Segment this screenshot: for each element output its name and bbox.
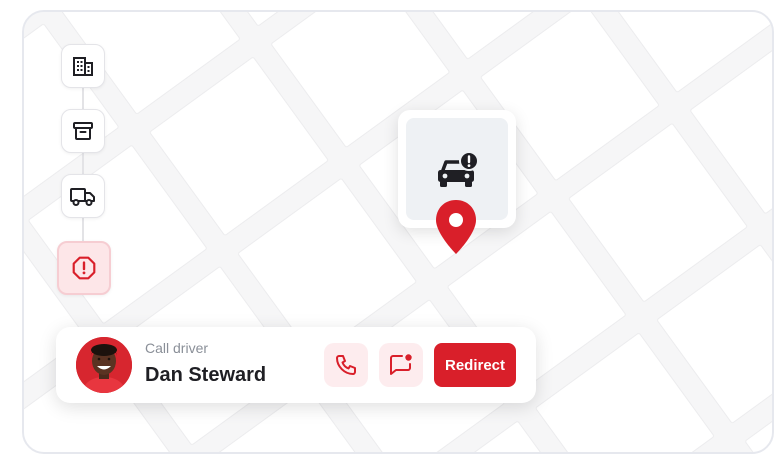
- driver-name: Dan Steward: [145, 364, 267, 386]
- delivery-truck-icon: [70, 188, 95, 206]
- map-pin-icon[interactable]: [432, 198, 480, 256]
- phone-icon: [336, 355, 356, 375]
- alert-octagon-icon: [72, 256, 96, 280]
- timeline-connector: [82, 72, 84, 252]
- timeline-step-transit[interactable]: [61, 174, 105, 218]
- timeline-step-alert[interactable]: [57, 241, 111, 295]
- timeline-step-building[interactable]: [61, 44, 105, 88]
- archive-box-icon: [73, 122, 93, 140]
- map-frame: Call driver Dan Steward Redirect: [22, 10, 774, 454]
- redirect-button[interactable]: Redirect: [434, 343, 516, 387]
- car-alert-icon: [438, 152, 479, 187]
- timeline-step-warehouse[interactable]: [61, 109, 105, 153]
- message-button[interactable]: [379, 343, 423, 387]
- driver-card: Call driver Dan Steward Redirect: [56, 327, 536, 403]
- message-notification-icon: [390, 354, 412, 375]
- call-driver-label: Call driver: [145, 340, 209, 356]
- call-button[interactable]: [324, 343, 368, 387]
- building-icon: [73, 57, 93, 76]
- driver-avatar: [76, 337, 132, 393]
